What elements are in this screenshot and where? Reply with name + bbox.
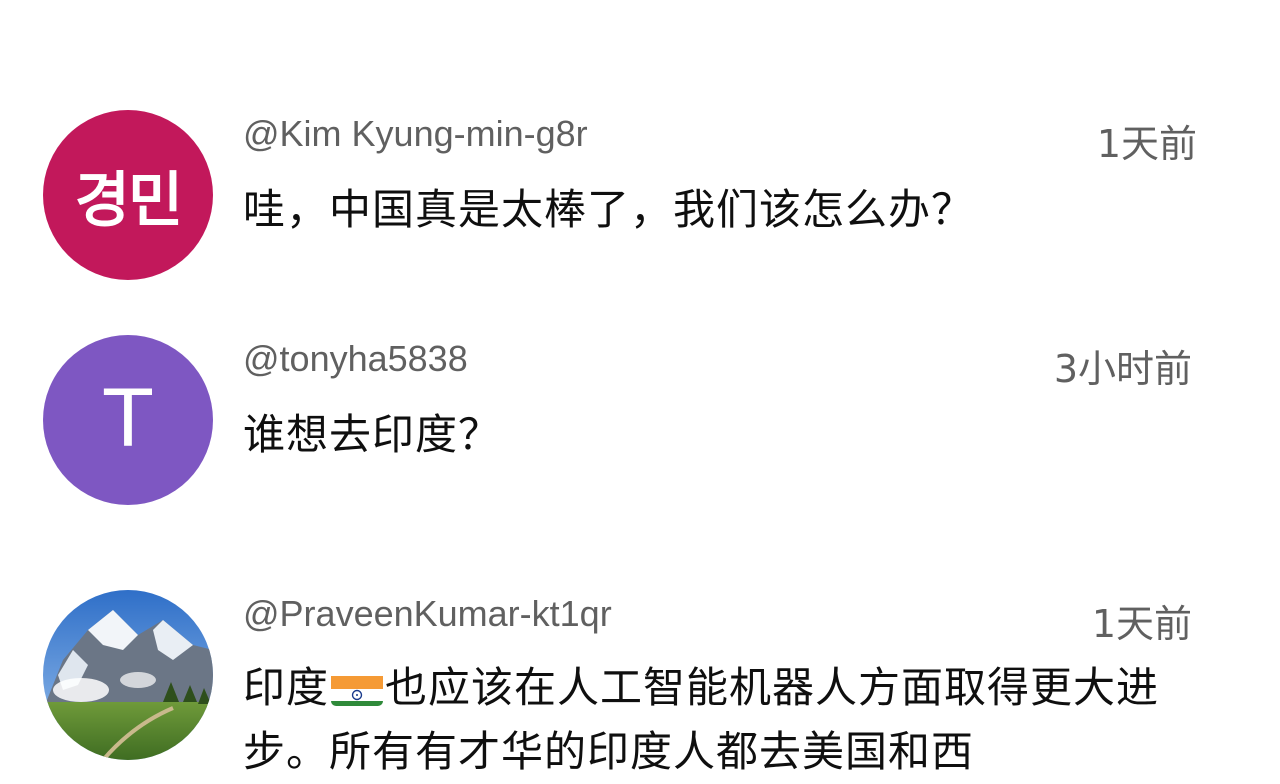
comment-author-handle[interactable]: @tonyha5838	[243, 338, 468, 380]
comment-author-handle[interactable]: @Kim Kyung-min-g8r	[243, 113, 588, 155]
comment-text: 印度 也应该在人工智能机器人方面取得更大进步。所有有才华的印度人都去美国和西	[243, 656, 1208, 784]
avatar[interactable]: T	[43, 335, 213, 505]
comment-text: 谁想去印度？	[243, 410, 502, 459]
avatar[interactable]: 경민	[43, 110, 213, 280]
comment-text-part: 印度	[243, 663, 330, 712]
mountain-landscape-icon	[43, 590, 213, 760]
avatar[interactable]	[43, 590, 213, 760]
comment-text: 哇，中国真是太棒了，我们该怎么办？	[243, 185, 975, 234]
avatar-initials: T	[104, 375, 152, 465]
comment-timestamp: 1天前	[1096, 122, 1197, 166]
india-flag-icon	[331, 668, 384, 706]
avatar-initials: 경민	[74, 165, 183, 236]
comment-timestamp: 3小时前	[1053, 347, 1192, 391]
comment-timestamp: 1天前	[1091, 602, 1192, 646]
comment-author-handle[interactable]: @PraveenKumar-kt1qr	[243, 593, 612, 635]
